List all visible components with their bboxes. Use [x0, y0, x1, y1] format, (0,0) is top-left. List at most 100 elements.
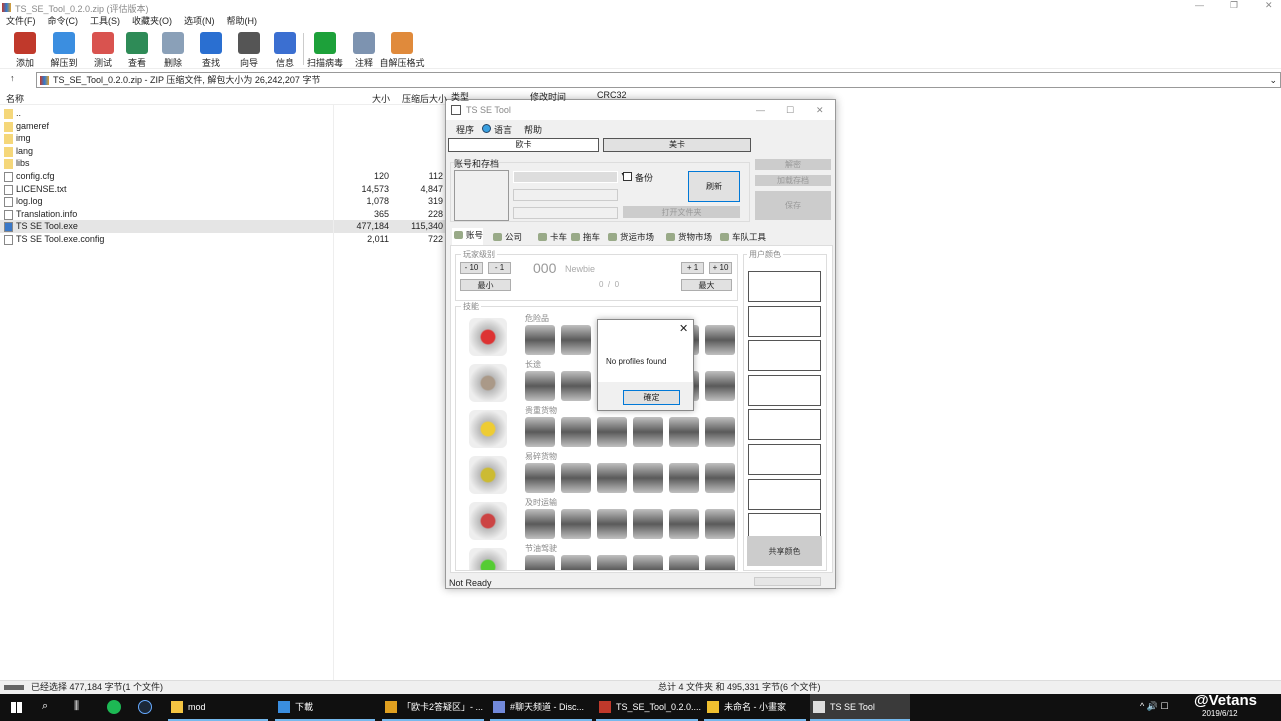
toolbar-button[interactable]: 测试	[85, 32, 121, 69]
menu-item[interactable]: 帮助(H)	[227, 16, 258, 26]
taskbar-item[interactable]: 「欧卡2答疑区」- ...	[382, 694, 484, 721]
color-slot[interactable]	[748, 409, 821, 441]
skill-level-button[interactable]	[633, 509, 663, 539]
taskbar-item[interactable]: 下載	[275, 694, 375, 721]
menu-language[interactable]: 语言	[494, 123, 512, 136]
ets-button[interactable]: 欧卡	[448, 138, 599, 152]
toolbar-button[interactable]: 查找	[193, 32, 229, 69]
taskbar-item[interactable]: mod	[168, 694, 268, 721]
menu-program[interactable]: 程序	[456, 123, 474, 136]
dialog-ok-button[interactable]: 確定	[623, 390, 680, 405]
toolbar-button[interactable]: 注释	[346, 32, 382, 69]
skill-level-button[interactable]	[705, 325, 735, 355]
skill-level-button[interactable]	[561, 417, 591, 447]
tool-close-button[interactable]: ✕	[816, 100, 824, 120]
tab-3[interactable]: 拖车	[569, 230, 600, 244]
file-row[interactable]: LICENSE.txt 14,573 4,847	[0, 183, 445, 196]
skill-level-button[interactable]	[597, 509, 627, 539]
tab-6[interactable]: 车队工具	[718, 230, 766, 244]
skill-level-button[interactable]	[525, 325, 555, 355]
toolbar-button[interactable]: 删除	[155, 32, 191, 69]
col-name[interactable]: 名称	[6, 92, 24, 105]
chevron-down-icon[interactable]: ⌄	[1269, 73, 1277, 87]
menu-item[interactable]: 选项(N)	[184, 16, 215, 26]
menu-item[interactable]: 文件(F)	[6, 16, 36, 26]
skill-level-button[interactable]	[561, 509, 591, 539]
skill-level-button[interactable]	[561, 555, 591, 570]
up-arrow-icon[interactable]: ↑	[10, 73, 15, 83]
taskbar-item[interactable]: TS SE Tool	[810, 694, 910, 721]
color-slot[interactable]	[748, 305, 821, 337]
skill-level-button[interactable]	[561, 325, 591, 355]
toolbar-button[interactable]: 信息	[267, 32, 303, 69]
skill-level-button[interactable]	[597, 417, 627, 447]
steam-icon[interactable]	[138, 700, 152, 714]
skill-level-button[interactable]	[525, 417, 555, 447]
skill-level-button[interactable]	[633, 417, 663, 447]
maximize-button[interactable]: ❐	[1230, 0, 1238, 11]
tab-2[interactable]: 卡车	[536, 230, 567, 244]
skill-level-button[interactable]	[669, 417, 699, 447]
file-row[interactable]: lang	[0, 145, 445, 158]
toolbar-button[interactable]: 查看	[119, 32, 155, 69]
tool-minimize-button[interactable]: —	[756, 100, 765, 120]
taskbar-item[interactable]: #聊天频道 - Disc...	[490, 694, 592, 721]
skill-level-button[interactable]	[705, 371, 735, 401]
backup-checkbox[interactable]	[623, 172, 632, 181]
color-slot[interactable]	[748, 271, 821, 302]
skill-level-button[interactable]	[561, 463, 591, 493]
skill-level-button[interactable]	[633, 463, 663, 493]
tab-4[interactable]: 货运市场	[606, 230, 654, 244]
menu-item[interactable]: 命令(C)	[48, 16, 79, 26]
close-button[interactable]: ✕	[1265, 0, 1273, 11]
toolbar-button[interactable]: 向导	[231, 32, 267, 69]
file-row[interactable]: config.cfg 120 112	[0, 170, 445, 183]
taskbar-item[interactable]: 未命名 - 小畫家	[704, 694, 806, 721]
col-modified[interactable]: 修改时间	[530, 90, 566, 103]
file-row[interactable]: TS SE Tool.exe.config 2,011 722	[0, 233, 445, 246]
skill-level-button[interactable]	[669, 509, 699, 539]
save-button[interactable]: 保存	[755, 191, 831, 220]
menu-item[interactable]: 工具(S)	[90, 16, 120, 26]
minimize-button[interactable]: —	[1195, 0, 1204, 10]
minus1-button[interactable]: - 1	[488, 262, 511, 274]
task-view-icon[interactable]: ⫼	[74, 700, 79, 713]
file-row[interactable]: gameref	[0, 120, 445, 133]
skill-level-button[interactable]	[705, 463, 735, 493]
skill-level-button[interactable]	[561, 371, 591, 401]
share-colors-button[interactable]: 共享颜色	[747, 536, 822, 566]
color-slot[interactable]	[748, 374, 821, 406]
address-bar[interactable]: TS_SE_Tool_0.2.0.zip - ZIP 压缩文件, 解包大小为 2…	[36, 72, 1281, 88]
tool-maximize-button[interactable]: ☐	[786, 100, 794, 120]
tab-1[interactable]: 公司	[491, 230, 522, 244]
profile-select[interactable]: ▼	[513, 171, 627, 183]
file-row[interactable]: ..	[0, 107, 445, 120]
ats-button[interactable]: 美卡	[603, 138, 751, 152]
col-packed[interactable]: 压缩后大小	[402, 92, 447, 105]
menu-help[interactable]: 帮助	[524, 123, 542, 136]
decode-button[interactable]: 解密	[755, 159, 831, 170]
color-slot[interactable]	[748, 340, 821, 372]
save-select[interactable]	[513, 189, 618, 201]
skill-level-button[interactable]	[597, 463, 627, 493]
tab-0[interactable]: 账号	[452, 228, 484, 245]
toolbar-button[interactable]: 解压到	[46, 32, 82, 69]
skill-level-button[interactable]	[705, 555, 735, 570]
file-row[interactable]: img	[0, 132, 445, 145]
load-save-button[interactable]: 加载存档	[755, 175, 831, 186]
file-row[interactable]: log.log 1,078 319	[0, 195, 445, 208]
skill-level-button[interactable]	[669, 555, 699, 570]
col-type[interactable]: 类型	[451, 90, 469, 103]
minus10-button[interactable]: - 10	[460, 262, 483, 274]
save-select-2[interactable]	[513, 207, 618, 219]
menu-item[interactable]: 收藏夹(O)	[132, 16, 172, 26]
dialog-close-button[interactable]: ✕	[679, 322, 688, 335]
skill-level-button[interactable]	[669, 463, 699, 493]
skill-level-button[interactable]	[525, 463, 555, 493]
color-slot[interactable]	[748, 478, 821, 510]
search-icon[interactable]: ⌕	[42, 700, 48, 713]
app-green-icon[interactable]	[107, 700, 121, 714]
tray-icons[interactable]: ^ 🔊 ☐	[1140, 701, 1169, 712]
toolbar-button[interactable]: 添加	[7, 32, 43, 69]
start-icon[interactable]	[11, 702, 22, 713]
